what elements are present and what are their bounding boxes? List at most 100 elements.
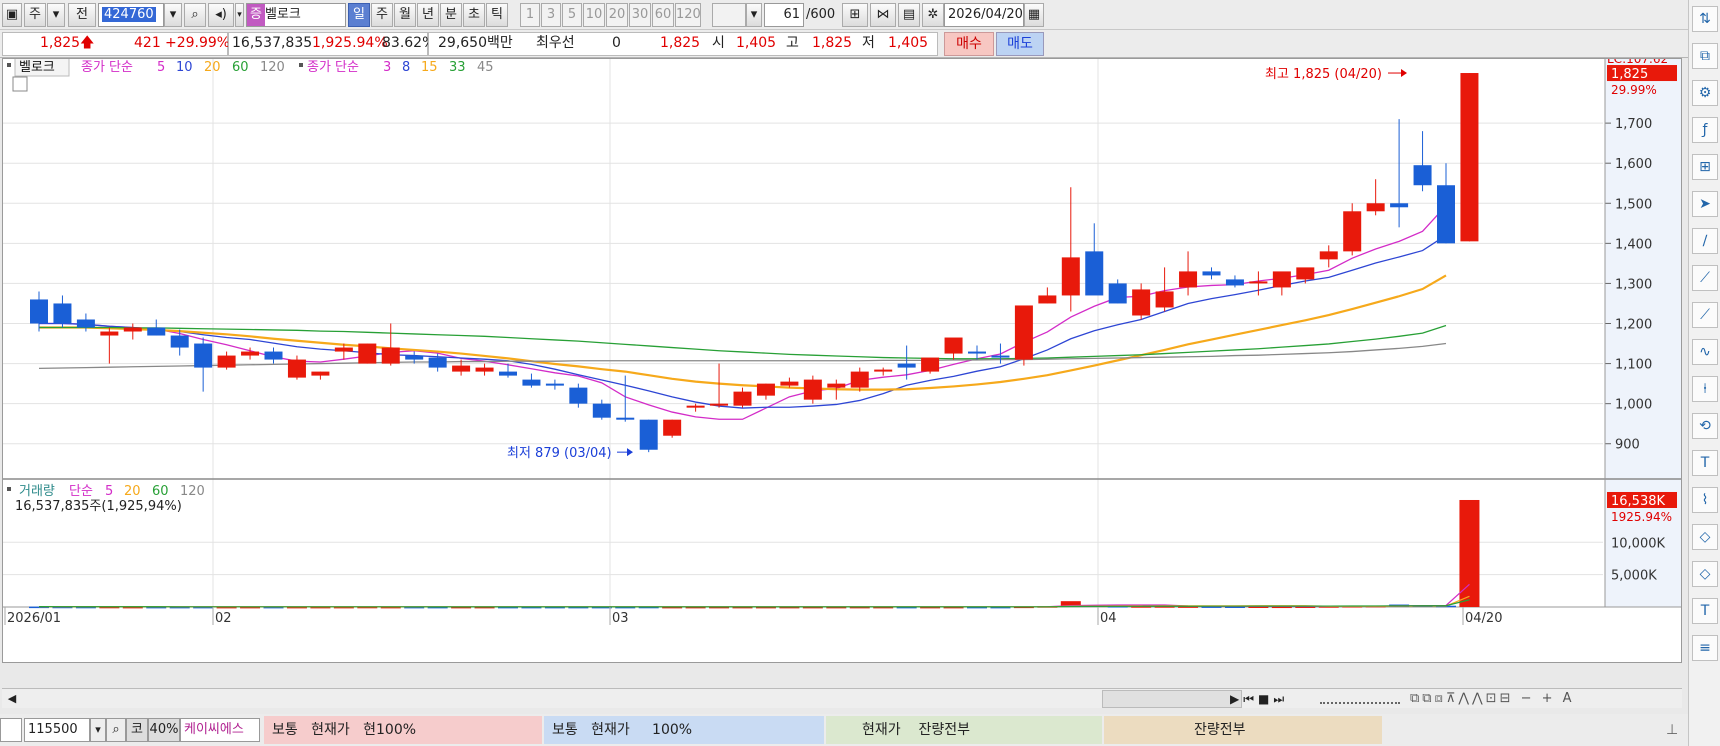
date-input[interactable]: 2026/04/20 [944, 3, 1024, 27]
stock-code-input[interactable]: 424760 [98, 3, 164, 27]
period-tab[interactable]: 분 [440, 3, 462, 27]
buy-button[interactable]: 매수 [944, 32, 994, 56]
order-search-icon[interactable]: ⌕ [106, 718, 126, 742]
order-section-modify[interactable]: 현재가 잔량전부 [826, 716, 1102, 744]
candle-body [241, 351, 260, 356]
legend-ma2-period: 3 [383, 60, 391, 75]
interval-dropdown-icon[interactable]: ▾ [746, 3, 762, 27]
wave-icon[interactable]: ∿ [1692, 339, 1718, 365]
layout-icon[interactable]: ▣ [2, 3, 22, 27]
trade-amount: 29,650백만 [438, 35, 513, 51]
interval-button[interactable]: 120 [675, 3, 701, 27]
legend-ma-period: 5 [157, 60, 165, 75]
chart-panel[interactable]: 1,700 1,600 1,500 1,400 1,300 1,200 1,100 1,000… [2, 52, 1682, 663]
pin-icon[interactable]: ⊥ [1666, 722, 1678, 738]
line-icon[interactable]: ⟋ [1692, 265, 1718, 291]
price-axis-area [1605, 59, 1681, 607]
y-tick-label: 900 [1615, 438, 1640, 453]
candle-body [1296, 267, 1315, 280]
interval-button[interactable]: 3 [541, 3, 561, 27]
add-chart-icon[interactable]: ⊞ [1692, 154, 1718, 180]
order-section-buy[interactable]: 보통 현재가 현100% [264, 716, 542, 744]
chart-canvas[interactable]: 1,700 1,600 1,500 1,400 1,300 1,200 1,100 1,000… [3, 52, 1681, 662]
playback-controls[interactable]: ▶⏮■⏭ [1230, 690, 1288, 708]
period-tab[interactable]: 초 [463, 3, 485, 27]
period-tab[interactable]: 틱 [486, 3, 508, 27]
legend-bullet [7, 63, 11, 67]
settings-icon[interactable]: ⚙ [1692, 80, 1718, 106]
legend-ma2-label: 종가 단순 [307, 60, 359, 75]
candle-body [1038, 295, 1057, 304]
order-checkbox[interactable] [0, 718, 22, 742]
interval-button[interactable]: 5 [562, 3, 582, 27]
legend-ma-period: 60 [232, 60, 249, 75]
period-tab[interactable]: 주 [371, 3, 393, 27]
calendar-icon[interactable]: ▦ [1024, 3, 1044, 27]
stock-name-field[interactable]: 증 벨로크 [246, 3, 346, 27]
candle-body [334, 347, 353, 352]
formula-icon[interactable]: ƒ [1692, 117, 1718, 143]
zoom-slider[interactable] [1320, 692, 1400, 704]
interval-button[interactable]: 20 [606, 3, 628, 27]
candle-body [428, 357, 447, 368]
candle-body [30, 299, 48, 324]
trend-line-icon[interactable]: ∕ [1692, 228, 1718, 254]
order-code-dropdown-icon[interactable]: ▾ [90, 718, 106, 742]
order-bar: 115500 ▾ ⌕ 코 40% 케이씨에스 보통 현재가 현100% 보통 현… [0, 714, 1688, 746]
auto-line-icon[interactable]: ⟋ [1692, 302, 1718, 328]
candle-body [264, 351, 283, 360]
search-icon[interactable]: ⌕ [184, 3, 206, 27]
scroll-thumb[interactable] [1102, 690, 1242, 708]
candle-icon[interactable]: ⍿ [1692, 376, 1718, 402]
rotate-icon[interactable]: ⟲ [1692, 413, 1718, 439]
market-dropdown-icon[interactable]: ▾ [47, 3, 65, 27]
text-line-icon[interactable]: T [1692, 450, 1718, 476]
zoom-out-icon[interactable]: ⋈ [870, 3, 896, 27]
count-input[interactable]: 61 [764, 3, 804, 27]
interval-button[interactable]: 30 [629, 3, 651, 27]
right-tool-sidebar: ⇅ ⧉ ⚙ ƒ ⊞ ➤ ∕ ⟋ ⟋ ∿ ⍿ ⟲ T ⌇ ◇ ◇ T ≡ [1688, 0, 1720, 746]
legend-stock-name: 벨로크 [19, 60, 55, 75]
order-section-sell[interactable]: 보통 현재가 100% [544, 716, 824, 744]
text-icon[interactable]: T [1692, 598, 1718, 624]
period-tab[interactable]: 월 [394, 3, 416, 27]
period-tab[interactable]: 년 [417, 3, 439, 27]
interval-button[interactable]: 1 [520, 3, 540, 27]
order-rate-label: 40% [148, 718, 180, 742]
prev-button[interactable]: 전 [68, 3, 96, 27]
interval-button[interactable]: 60 [652, 3, 674, 27]
speaker-dropdown-icon[interactable]: ▾ [235, 3, 244, 27]
up-arrow-icon: 🡅 [80, 35, 95, 51]
candle-body [1249, 281, 1268, 284]
gear-icon[interactable]: ✲ [922, 3, 944, 27]
volume-tick-label: 5,000K [1611, 569, 1657, 584]
cursor-icon[interactable]: ➤ [1692, 191, 1718, 217]
order-section-cancel[interactable]: 잔량전부 [1104, 716, 1382, 744]
y-tick-label: 1,200 [1615, 318, 1652, 333]
chart-scrollbar[interactable]: ◀ ▶⏮■⏭ ⧉⧉⧈⊼⋀⋀⊡⊟ − + A [2, 688, 1682, 708]
sell-button[interactable]: 매도 [996, 32, 1044, 56]
candle-body [1390, 203, 1409, 208]
indicator-icon[interactable]: ⌇ [1692, 487, 1718, 513]
period-tab[interactable]: 일 [348, 3, 370, 27]
code-dropdown-icon[interactable]: ▾ [164, 3, 182, 27]
eraser-all-icon[interactable]: ◇ [1692, 561, 1718, 587]
interval-custom-input[interactable] [712, 3, 746, 27]
zoom-in-icon[interactable]: ⊞ [842, 3, 868, 27]
candle-body [710, 403, 729, 406]
eraser-icon[interactable]: ◇ [1692, 524, 1718, 550]
interval-button[interactable]: 10 [583, 3, 605, 27]
draw-tools-strip[interactable]: ⧉⧉⧈⊼⋀⋀⊡⊟ − + A [1410, 690, 1575, 708]
link-icon[interactable]: ⧉ [1692, 43, 1718, 69]
x-axis-label: 04/20 [1465, 611, 1502, 626]
legend-ma-period: 10 [176, 60, 193, 75]
speaker-icon[interactable]: ◂) [208, 3, 234, 27]
market-toggle-button[interactable]: 주 [24, 3, 46, 27]
volume-pct: 1,925.94% [312, 35, 388, 51]
order-market-label: 코 [126, 718, 148, 742]
scroll-left-icon[interactable]: ◀ [4, 691, 20, 707]
exchange-icon[interactable]: ⇅ [1692, 6, 1718, 32]
grid-icon[interactable]: ≡ [1692, 635, 1718, 661]
order-code-input[interactable]: 115500 [24, 718, 90, 742]
save-icon[interactable]: ▤ [898, 3, 920, 27]
